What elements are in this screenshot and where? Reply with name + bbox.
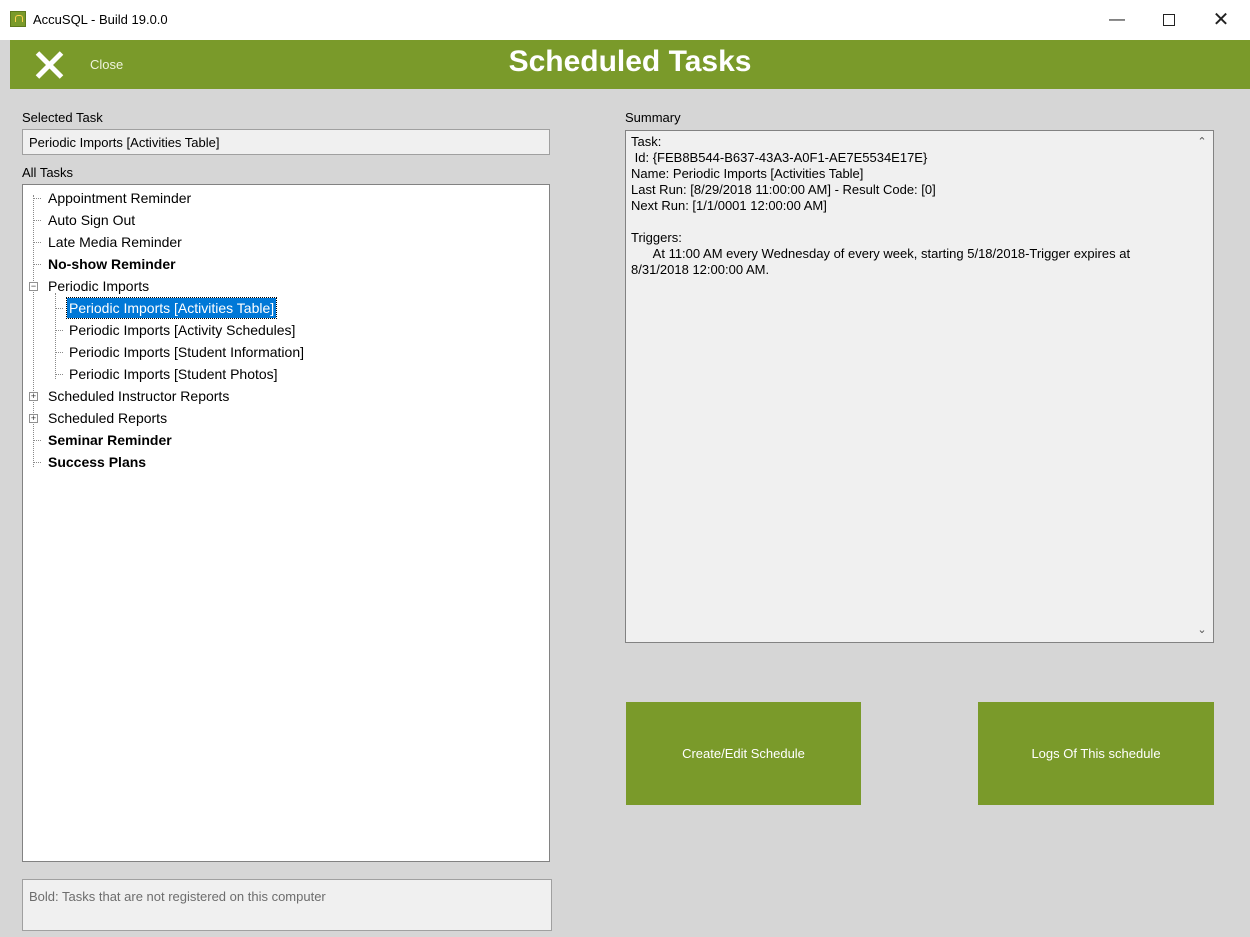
app-lock-icon (10, 11, 26, 27)
tree-item-appointment-reminder[interactable]: Appointment Reminder (48, 188, 191, 208)
summary-label: Summary (625, 110, 681, 125)
summary-textbox[interactable]: Task: Id: {FEB8B544-B637-43A3-A0F1-AE7E5… (625, 130, 1214, 643)
selected-task-field: Periodic Imports [Activities Table] (22, 129, 550, 155)
tree-connector (55, 352, 63, 353)
scroll-up-icon[interactable]: ⌃ (1195, 134, 1209, 148)
legend-note: Bold: Tasks that are not registered on t… (22, 879, 552, 931)
tree-item-periodic-imports-student-information[interactable]: Periodic Imports [Student Information] (69, 342, 304, 362)
tree-connector (33, 462, 41, 463)
tree-item-scheduled-reports[interactable]: Scheduled Reports (48, 408, 167, 428)
collapse-icon[interactable]: − (29, 282, 38, 291)
tree-item-no-show-reminder[interactable]: No-show Reminder (48, 254, 176, 274)
page-title: Scheduled Tasks (508, 45, 752, 78)
tree-connector (55, 374, 63, 375)
tree-connector (33, 440, 41, 441)
tree-connector (55, 330, 63, 331)
maximize-icon (1163, 13, 1175, 26)
tree-item-periodic-imports[interactable]: Periodic Imports (48, 276, 149, 296)
tree-connector (33, 242, 41, 243)
expand-icon[interactable]: + (29, 414, 38, 423)
tree-connector (55, 293, 56, 379)
selected-task-label: Selected Task (22, 110, 103, 125)
tasks-tree[interactable]: − + + Appointment Reminder Auto Sign Out… (22, 184, 550, 862)
tree-connector (33, 195, 34, 467)
tree-item-periodic-imports-activity-schedules[interactable]: Periodic Imports [Activity Schedules] (69, 320, 295, 340)
summary-text: Task: Id: {FEB8B544-B637-43A3-A0F1-AE7E5… (631, 134, 1131, 277)
tree-item-scheduled-instructor-reports[interactable]: Scheduled Instructor Reports (48, 386, 229, 406)
create-edit-schedule-button[interactable]: Create/Edit Schedule (626, 702, 861, 805)
window-title-bar: AccuSQL - Build 19.0.0 — ✕ (0, 0, 1250, 40)
app-header: Close Scheduled Tasks (10, 40, 1250, 89)
minimize-button[interactable]: — (1094, 4, 1140, 36)
expand-icon[interactable]: + (29, 392, 38, 401)
tree-item-late-media-reminder[interactable]: Late Media Reminder (48, 232, 182, 252)
tree-item-periodic-imports-activities-table[interactable]: Periodic Imports [Activities Table] (65, 297, 278, 319)
tree-connector (33, 220, 41, 221)
window-close-button[interactable]: ✕ (1198, 4, 1244, 36)
all-tasks-label: All Tasks (22, 165, 74, 180)
tree-connector (33, 264, 41, 265)
tree-item-seminar-reminder[interactable]: Seminar Reminder (48, 430, 172, 450)
tree-connector (33, 198, 41, 199)
maximize-button[interactable] (1146, 4, 1192, 36)
tree-item-periodic-imports-student-photos[interactable]: Periodic Imports [Student Photos] (69, 364, 278, 384)
window-title: AccuSQL - Build 19.0.0 (33, 12, 168, 27)
tree-item-success-plans[interactable]: Success Plans (48, 452, 146, 472)
tree-connector (55, 308, 63, 309)
scroll-down-icon[interactable]: ⌄ (1195, 622, 1209, 636)
logs-of-this-schedule-button[interactable]: Logs Of This schedule (978, 702, 1214, 805)
tree-item-auto-sign-out[interactable]: Auto Sign Out (48, 210, 135, 230)
